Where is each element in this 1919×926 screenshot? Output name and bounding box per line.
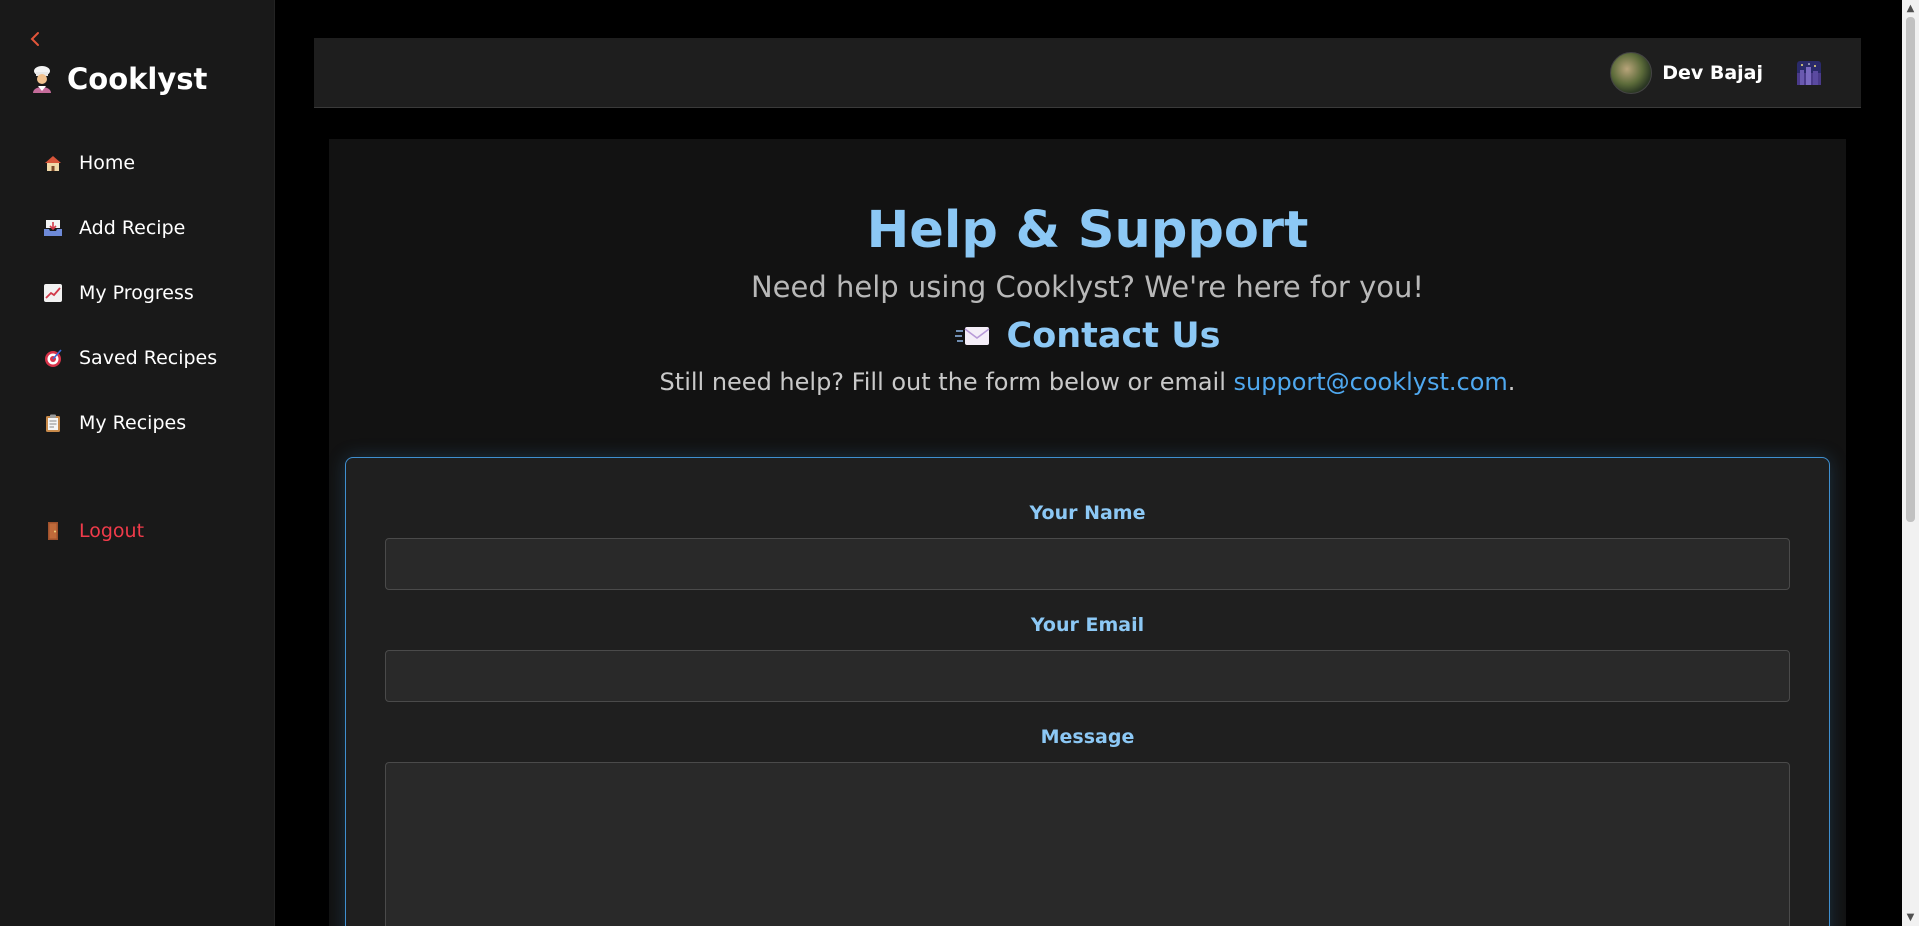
logout-label: Logout — [79, 519, 145, 542]
message-field[interactable] — [385, 762, 1790, 926]
help-text: Still need help? Fill out the form below… — [329, 368, 1846, 396]
sidebar-item-home[interactable]: Home — [0, 130, 275, 195]
help-text-suffix: . — [1507, 368, 1516, 396]
help-support-panel: Help & Support Need help using Cooklyst?… — [329, 139, 1846, 926]
sidebar-nav: Home Add Recipe My Progress Saved Recipe… — [0, 130, 275, 542]
clipboard-icon — [43, 413, 63, 433]
incoming-envelope-icon — [954, 323, 991, 349]
sidebar-item-label: Saved Recipes — [79, 346, 218, 369]
email-label: Your Email — [1030, 614, 1145, 636]
collapse-sidebar-button[interactable] — [26, 27, 44, 51]
help-text-prefix: Still need help? Fill out the form below… — [659, 368, 1234, 396]
email-field[interactable] — [385, 650, 1790, 702]
scroll-up-arrow[interactable]: ▲ — [1902, 0, 1919, 17]
chef-icon — [27, 64, 57, 94]
scrollbar-thumb[interactable] — [1906, 17, 1915, 522]
contact-us-title: Contact Us — [1006, 316, 1221, 356]
contact-us-heading: Contact Us — [329, 316, 1846, 356]
name-field[interactable] — [385, 538, 1790, 590]
inbox-tray-icon — [43, 218, 63, 238]
theme-toggle-button[interactable] — [1797, 61, 1821, 85]
sidebar-item-my-progress[interactable]: My Progress — [0, 260, 275, 325]
target-icon — [43, 348, 63, 368]
user-name: Dev Bajaj — [1662, 62, 1763, 84]
user-profile[interactable]: Dev Bajaj — [1610, 52, 1763, 94]
sidebar-item-label: Add Recipe — [79, 216, 186, 239]
chart-increasing-icon — [43, 283, 63, 303]
sidebar-item-label: My Progress — [79, 281, 194, 304]
night-city-icon — [1797, 61, 1821, 85]
brand[interactable]: Cooklyst — [27, 62, 207, 96]
app-root: Cooklyst Home Add Recipe My Progress Sav… — [0, 0, 1919, 926]
page-title: Help & Support — [866, 201, 1309, 260]
page-subtitle: Need help using Cooklyst? We're here for… — [750, 270, 1424, 304]
door-icon — [43, 521, 63, 541]
scroll-down-arrow[interactable]: ▼ — [1902, 909, 1919, 926]
name-label: Your Name — [1029, 502, 1146, 524]
message-label: Message — [1040, 726, 1135, 748]
sidebar-item-saved-recipes[interactable]: Saved Recipes — [0, 325, 275, 390]
sidebar-item-label: My Recipes — [79, 411, 187, 434]
page-scrollbar[interactable]: ▲ ▼ — [1902, 0, 1919, 926]
chevron-left-icon — [30, 32, 39, 46]
support-email-link[interactable]: support@cooklyst.com — [1234, 368, 1508, 396]
sidebar-item-add-recipe[interactable]: Add Recipe — [0, 195, 275, 260]
house-icon — [43, 153, 63, 173]
brand-name: Cooklyst — [67, 62, 208, 96]
sidebar-item-label: Home — [79, 151, 136, 174]
logout-button[interactable]: Logout — [0, 498, 275, 563]
top-header: Dev Bajaj — [314, 38, 1861, 108]
avatar[interactable] — [1610, 52, 1653, 94]
contact-form: Your Name Your Email Message — [345, 457, 1830, 926]
sidebar-item-my-recipes[interactable]: My Recipes — [0, 390, 275, 455]
sidebar: Cooklyst Home Add Recipe My Progress Sav… — [0, 0, 275, 926]
